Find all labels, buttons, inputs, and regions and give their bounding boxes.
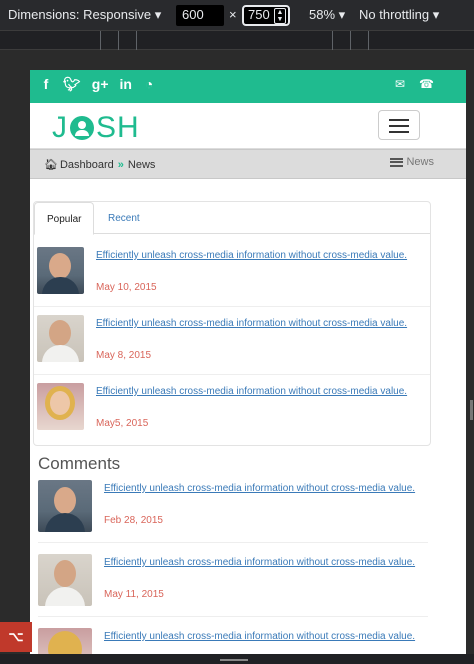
page-heading-news: News: [406, 156, 434, 168]
dimensions-label: Dimensions: Responsive: [8, 7, 152, 22]
article-date: May 10, 2015: [96, 282, 157, 293]
tab-popular[interactable]: Popular: [34, 202, 94, 235]
height-spinner-icon[interactable]: ▲ ▼: [274, 8, 286, 24]
logo-user-icon: [70, 116, 94, 140]
ruler-tick: [136, 31, 137, 51]
hamburger-icon: [389, 125, 409, 127]
article-link[interactable]: Efficiently unleash cross-media informat…: [96, 317, 416, 330]
avatar: [38, 554, 92, 606]
site-logo[interactable]: J SH: [52, 111, 140, 145]
google-plus-icon[interactable]: g+: [92, 76, 109, 93]
resize-handle[interactable]: [470, 400, 473, 420]
phone-icon[interactable]: ☎: [419, 77, 434, 91]
ruler-tick: [332, 31, 333, 51]
article-date: May5, 2015: [96, 418, 149, 429]
article-date: May 8, 2015: [96, 350, 152, 361]
linkedin-icon[interactable]: in: [120, 76, 132, 93]
facebook-icon[interactable]: f: [40, 76, 52, 93]
rss-icon[interactable]: ◔: [143, 76, 155, 93]
logo-letter-j: J: [52, 111, 68, 144]
comment-link[interactable]: Efficiently unleash cross-media informat…: [104, 482, 424, 495]
list-item: Efficiently unleash cross-media informat…: [38, 628, 428, 654]
list-item: Efficiently unleash cross-media informat…: [34, 307, 430, 375]
avatar: [37, 247, 84, 294]
mail-icon[interactable]: ✉: [395, 77, 405, 91]
tab-list: Popular Recent: [34, 202, 430, 235]
web-page: f 🐦︎ g+ in ◔ ✉ ☎ J SH 🏠︎ Dashboard » New…: [30, 70, 466, 654]
bottom-resize-handle[interactable]: [220, 659, 248, 661]
page-heading-right: News: [390, 156, 434, 168]
ruler-tick: [368, 31, 369, 51]
list-item: Efficiently unleash cross-media informat…: [38, 554, 428, 626]
breadcrumb: 🏠︎ Dashboard » News: [44, 158, 156, 172]
chevron-right-icon: »: [117, 158, 124, 171]
avatar: [38, 628, 92, 654]
tab-recent[interactable]: Recent: [96, 202, 156, 234]
comment-link[interactable]: Efficiently unleash cross-media informat…: [104, 630, 424, 643]
bottom-resize-bar: [0, 654, 474, 664]
list-item: Efficiently unleash cross-media informat…: [34, 239, 430, 307]
list-item: Efficiently unleash cross-media informat…: [34, 375, 430, 443]
list-icon: [390, 157, 404, 167]
ruler-tick: [350, 31, 351, 51]
throttle-label: No throttling: [359, 7, 430, 22]
list-item: Efficiently unleash cross-media informat…: [38, 480, 428, 552]
comment-date: Feb 28, 2015: [104, 515, 163, 526]
ruler-tick: [100, 31, 101, 51]
breadcrumb-bar: 🏠︎ Dashboard » News News: [30, 149, 466, 179]
breadcrumb-dashboard[interactable]: Dashboard: [60, 159, 114, 171]
avatar: [37, 383, 84, 430]
laravel-debugbar-icon[interactable]: ⌥: [0, 622, 32, 652]
contact-links: ✉ ☎: [395, 77, 434, 91]
article-link[interactable]: Efficiently unleash cross-media informat…: [96, 249, 416, 262]
nav-toggle-button[interactable]: [378, 110, 420, 140]
breadcrumb-news: News: [127, 158, 156, 171]
logo-letters-sh: SH: [96, 111, 140, 144]
social-topbar: f 🐦︎ g+ in ◔ ✉ ☎: [30, 70, 466, 103]
twitter-icon[interactable]: 🐦︎: [63, 76, 81, 93]
comments-heading: Comments: [38, 454, 121, 473]
devtools-toolbar: Dimensions: Responsive ▾ 600 × 750 ▲ ▼ 58…: [0, 0, 474, 30]
comment-date: May 11, 2015: [104, 589, 164, 600]
zoom-label: 58%: [309, 7, 336, 22]
device-viewport: f 🐦︎ g+ in ◔ ✉ ☎ J SH 🏠︎ Dashboard » New…: [0, 50, 474, 654]
article-link[interactable]: Efficiently unleash cross-media informat…: [96, 385, 416, 398]
hamburger-icon: [389, 131, 409, 133]
ruler-tick: [118, 31, 119, 51]
media-query-ruler[interactable]: [0, 30, 474, 51]
social-links: f 🐦︎ g+ in ◔: [40, 76, 155, 93]
avatar: [37, 315, 84, 362]
avatar: [38, 480, 92, 532]
site-header: J SH: [30, 103, 466, 149]
height-value: 750: [248, 7, 270, 22]
hamburger-icon: [389, 119, 409, 121]
home-icon: 🏠︎: [44, 159, 58, 171]
comment-link[interactable]: Efficiently unleash cross-media informat…: [104, 556, 424, 569]
news-tabs-panel: Popular Recent Efficiently unleash cross…: [33, 201, 431, 446]
width-input[interactable]: 600: [176, 5, 224, 26]
